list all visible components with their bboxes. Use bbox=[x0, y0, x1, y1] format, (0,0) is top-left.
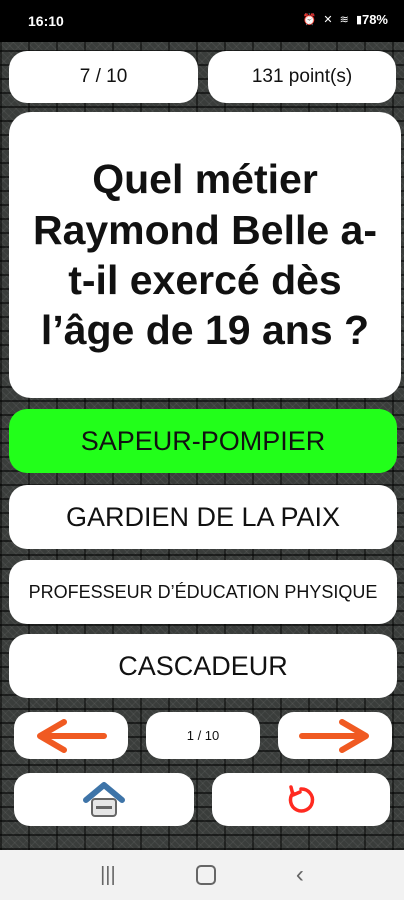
score-display: 131 point(s) bbox=[208, 51, 396, 103]
home-icon bbox=[83, 781, 125, 817]
system-home-icon[interactable] bbox=[195, 865, 216, 885]
home-button[interactable] bbox=[14, 773, 194, 826]
status-time: 16:10 bbox=[28, 13, 64, 29]
arrow-right-icon bbox=[299, 718, 369, 753]
answer-option-2[interactable]: GARDIEN DE LA PAIX bbox=[9, 485, 397, 549]
wifi-icon: ≋ bbox=[339, 14, 351, 26]
page-indicator: 1 / 10 bbox=[146, 712, 260, 759]
recent-apps-icon[interactable]: ||| bbox=[100, 864, 116, 887]
arrow-left-icon bbox=[37, 718, 107, 753]
answer-option-3[interactable]: PROFESSEUR D’ÉDUCATION PHYSIQUE bbox=[9, 560, 397, 624]
restart-icon bbox=[288, 784, 315, 813]
previous-button[interactable] bbox=[14, 712, 128, 759]
back-icon[interactable]: ‹ bbox=[296, 861, 304, 889]
answer-option-1[interactable]: SAPEUR-POMPIER bbox=[9, 409, 397, 473]
battery-level: 78% bbox=[361, 12, 388, 27]
system-navigation-bar: ||| ‹ bbox=[0, 850, 404, 900]
question-text: Quel métier Raymond Belle a-t-il exercé … bbox=[9, 112, 401, 398]
status-icons: ⏰ ✕ ≋ ▮ bbox=[303, 13, 364, 26]
next-button[interactable] bbox=[278, 712, 392, 759]
alarm-icon: ⏰ bbox=[302, 14, 319, 26]
mute-icon: ✕ bbox=[323, 14, 335, 26]
status-bar: 16:10 ⏰ ✕ ≋ ▮ 78% bbox=[0, 0, 404, 42]
answer-option-4[interactable]: CASCADEUR bbox=[9, 634, 397, 698]
restart-button[interactable] bbox=[212, 773, 390, 826]
question-counter: 7 / 10 bbox=[9, 51, 198, 103]
